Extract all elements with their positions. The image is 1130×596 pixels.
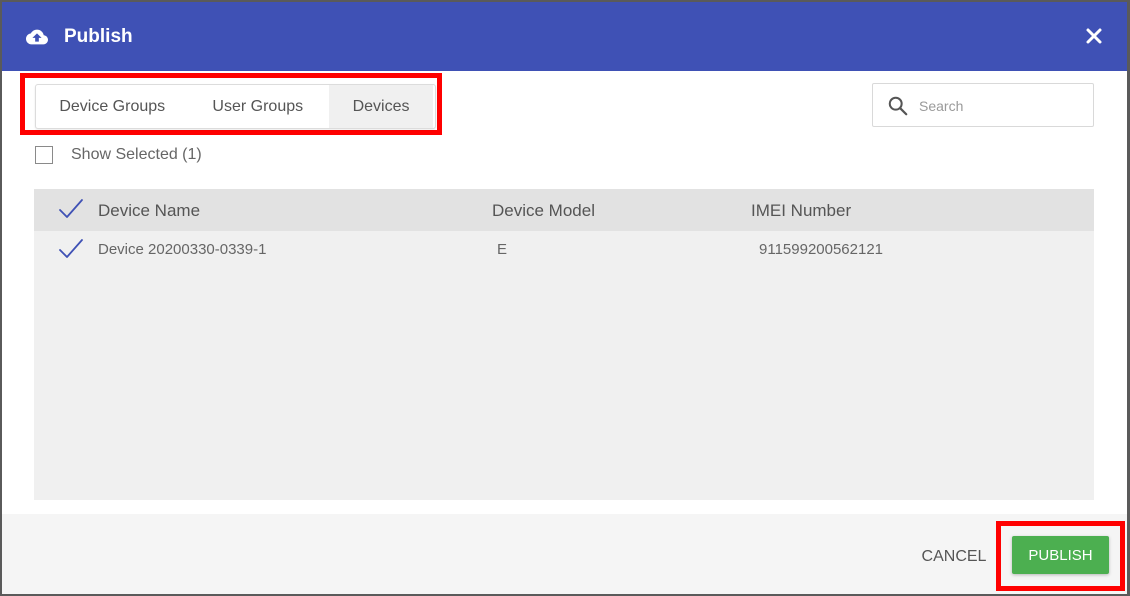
column-header-imei-number[interactable]: IMEI Number [751, 201, 851, 221]
show-selected-label: Show Selected (1) [71, 146, 202, 163]
cloud-upload-icon [26, 29, 48, 45]
search-icon [888, 96, 908, 116]
dialog-footer: CANCEL PUBLISH [2, 514, 1127, 594]
tab-device-groups[interactable]: Device Groups [38, 85, 187, 128]
table-row[interactable]: Device 20200330-0339-1 E 911599200562121 [34, 231, 1094, 267]
table-header: Device Name Device Model IMEI Number [34, 189, 1094, 231]
tab-devices[interactable]: Devices [329, 85, 434, 128]
devices-table: Device Name Device Model IMEI Number Dev… [34, 189, 1094, 500]
show-selected-checkbox[interactable] [35, 146, 53, 164]
tab-bar: Device Groups User Groups Devices [35, 84, 436, 129]
column-header-device-model[interactable]: Device Model [492, 201, 595, 221]
search-box [872, 83, 1094, 127]
close-icon[interactable] [1080, 22, 1108, 50]
tab-user-groups[interactable]: User Groups [187, 85, 330, 128]
dialog-title: Publish [64, 26, 133, 47]
search-input[interactable] [917, 92, 1086, 120]
cell-device-model: E [497, 241, 508, 258]
publish-button[interactable]: PUBLISH [1012, 536, 1109, 574]
show-selected-toggle: Show Selected (1) [35, 144, 202, 166]
row-selected-check-icon[interactable] [58, 238, 84, 260]
select-all-check-icon[interactable] [58, 198, 84, 220]
publish-dialog: Publish Device Groups User Groups Device… [2, 2, 1127, 594]
cell-device-name: Device 20200330-0339-1 [98, 241, 267, 258]
cell-imei-number: 911599200562121 [759, 241, 884, 258]
column-header-device-name[interactable]: Device Name [98, 201, 200, 221]
dialog-header: Publish [2, 2, 1127, 71]
cancel-button[interactable]: CANCEL [908, 542, 1000, 572]
